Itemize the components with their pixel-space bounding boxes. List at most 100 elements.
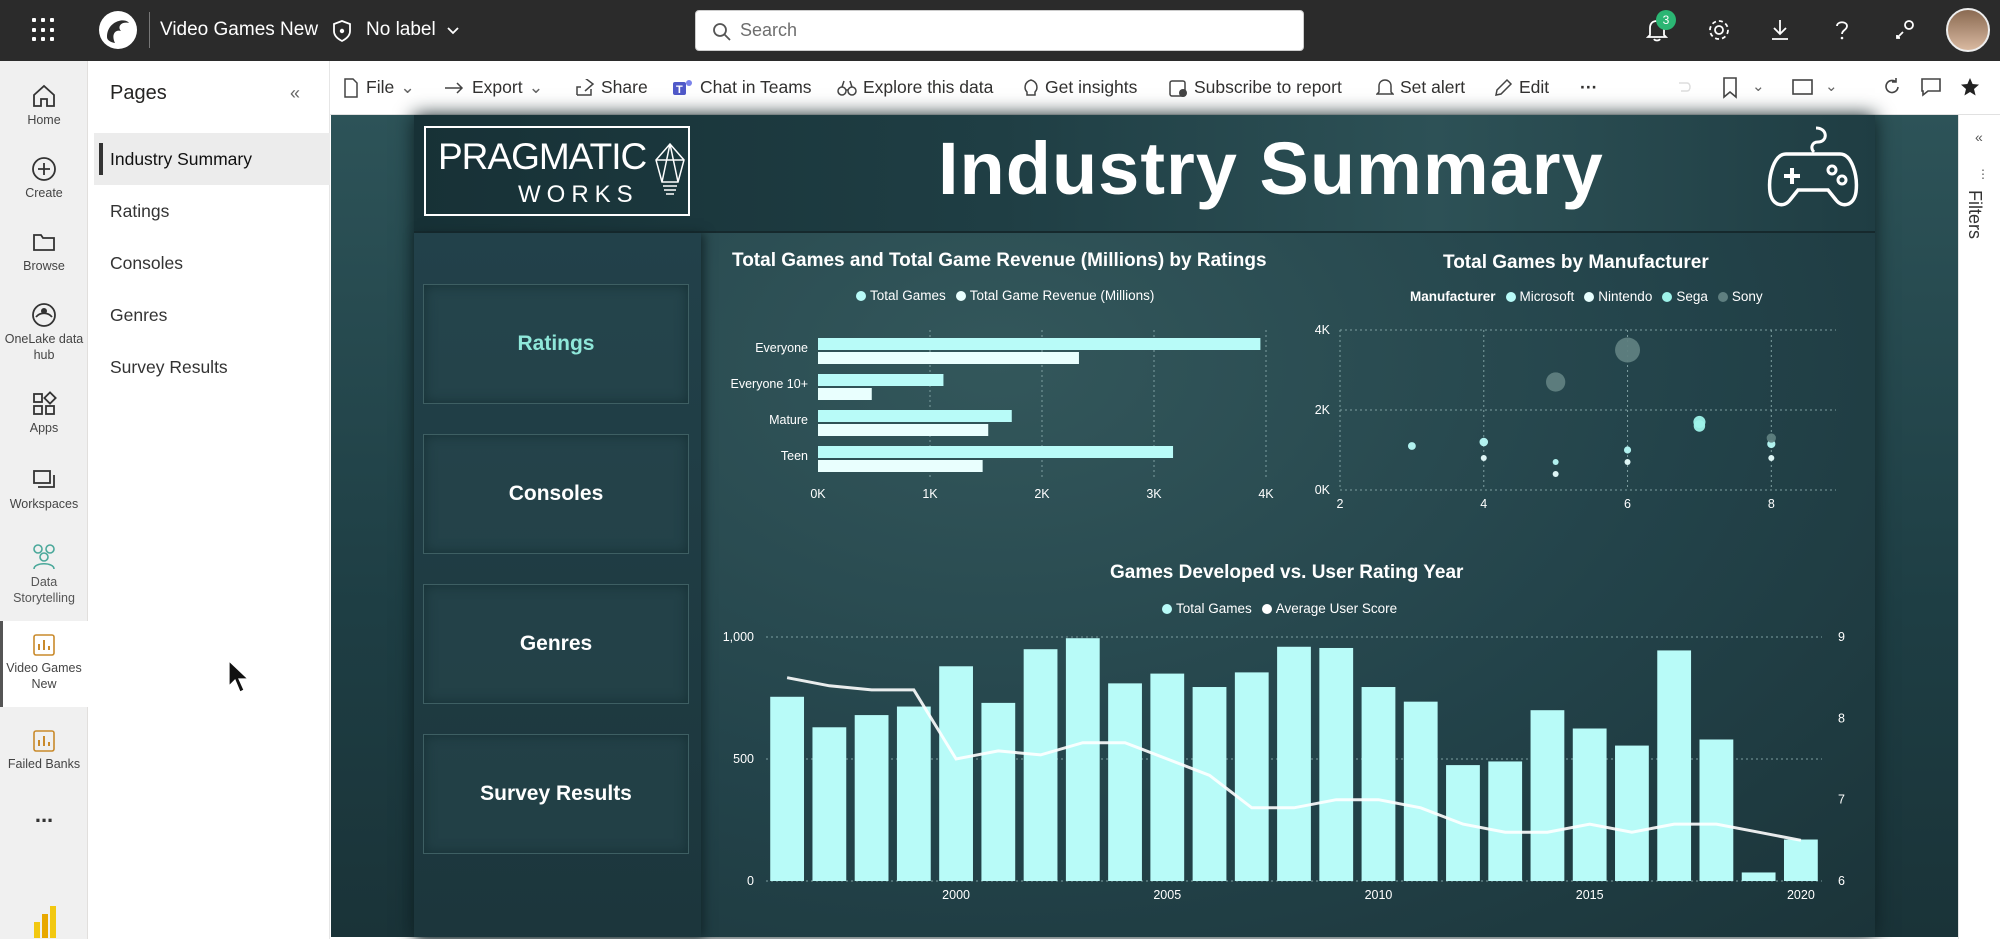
y2-tick-label: 6 — [1838, 874, 1845, 888]
app-launcher-icon[interactable] — [32, 18, 56, 42]
power-bi-logo[interactable] — [32, 906, 58, 938]
x-tick-label: 2010 — [1365, 888, 1393, 902]
share-people-icon[interactable] — [1894, 18, 1918, 42]
export-menu[interactable]: Export ⌄ — [444, 77, 543, 98]
nav-workspaces[interactable]: Workspaces — [0, 455, 88, 521]
report-icon — [33, 730, 55, 752]
bar — [1403, 701, 1438, 881]
x-tick-label: 4K — [1258, 487, 1274, 501]
onelake-icon — [32, 303, 56, 327]
subscribe-icon — [1169, 79, 1187, 97]
nav-apps[interactable]: Apps — [0, 379, 88, 445]
bar — [1741, 872, 1776, 881]
top-bar: Video Games New No label Search 3 — [0, 0, 2000, 61]
collapse-icon[interactable]: « — [290, 83, 300, 104]
games-vs-score-chart[interactable]: 0 500 1,000 6 7 8 9 2000 2005 2010 2015 2020 — [710, 620, 1870, 904]
settings-icon[interactable] — [1707, 18, 1731, 42]
bookmark-icon[interactable] — [1722, 77, 1738, 99]
subscribe-button[interactable]: Subscribe to report — [1168, 77, 1342, 98]
nav-create[interactable]: Create — [0, 144, 88, 210]
page-item-consoles[interactable]: Consoles — [94, 237, 330, 289]
file-menu[interactable]: File ⌄ — [342, 77, 415, 98]
legend-label: Total Games — [870, 288, 946, 303]
more-options-button[interactable]: ··· — [1580, 77, 1597, 98]
left-nav: Home Create Browse OneLake data hub Apps… — [0, 61, 88, 939]
nav-button-consoles[interactable]: Consoles — [423, 434, 689, 554]
nav-label: Workspaces — [9, 497, 79, 511]
chevron-down-icon[interactable] — [446, 20, 460, 42]
legend-dot — [856, 290, 866, 301]
page-item-ratings[interactable]: Ratings — [94, 185, 330, 237]
workspace-logo[interactable] — [99, 11, 137, 49]
avatar[interactable] — [1946, 8, 1990, 52]
bar — [770, 696, 805, 881]
nav-video-games-new[interactable]: Video Games New — [0, 621, 88, 707]
x-tick-label: 2020 — [1787, 888, 1815, 902]
expand-filters-icon[interactable]: « — [1975, 129, 1983, 145]
ratings-bar-chart[interactable]: 0K 1K 2K 3K 4K Everyone Everyone 10+ Mature Teen — [700, 320, 1280, 520]
sensitivity-label[interactable]: No label — [366, 19, 436, 41]
download-icon[interactable] — [1769, 18, 1791, 42]
legend-dot — [1717, 291, 1728, 302]
search-input[interactable]: Search — [695, 10, 1304, 51]
page-item-survey-results[interactable]: Survey Results — [94, 341, 330, 393]
undo-icon[interactable] — [1675, 77, 1693, 97]
bar — [1234, 672, 1269, 881]
action-bar: File ⌄ Export ⌄ Share T Chat in Teams Expl… — [330, 61, 2000, 115]
edit-button[interactable]: Edit — [1493, 77, 1549, 98]
legend-label: Total Games — [1176, 601, 1252, 616]
bar — [854, 715, 889, 881]
chat-in-teams-button[interactable]: T Chat in Teams — [672, 77, 812, 98]
bar — [1065, 638, 1100, 881]
filter-toggle-icon[interactable]: ⋮ — [1977, 167, 1989, 181]
edit-label: Edit — [1519, 77, 1550, 97]
nav-browse[interactable]: Browse — [0, 217, 88, 283]
nav-onelake[interactable]: OneLake data hub — [0, 290, 88, 372]
scatter-point — [1624, 459, 1631, 465]
nav-failed-banks[interactable]: Failed Banks — [0, 717, 88, 783]
bar — [1783, 839, 1818, 881]
bar — [1488, 761, 1523, 881]
y-tick-label: 2K — [1315, 403, 1331, 417]
nav-home[interactable]: Home — [0, 71, 88, 137]
share-button[interactable]: Share — [575, 77, 648, 98]
more-icon[interactable]: ... — [0, 801, 88, 831]
nav-label: Create — [25, 186, 63, 200]
bar — [1615, 745, 1649, 881]
legend-label: Nintendo — [1598, 289, 1653, 304]
favorite-star-icon[interactable] — [1960, 77, 1980, 97]
explore-data-button[interactable]: Explore this data — [837, 77, 993, 98]
chart-title: Games Developed vs. User Rating Year — [1110, 562, 1464, 583]
workspace-title[interactable]: Video Games New — [160, 19, 318, 41]
logo-text-top: PRAGMATIC — [438, 136, 647, 177]
nav-label: Failed Banks — [7, 757, 81, 771]
folder-icon — [33, 234, 55, 251]
y-tick-label: 0 — [747, 874, 754, 888]
set-alert-button[interactable]: Set alert — [1376, 77, 1465, 98]
export-icon — [445, 81, 464, 94]
page-item-genres[interactable]: Genres — [94, 289, 330, 341]
bar — [1699, 739, 1734, 881]
comment-icon[interactable] — [1920, 77, 1942, 97]
legend-dot — [1584, 291, 1595, 302]
bar — [1150, 673, 1185, 881]
shield-icon[interactable] — [332, 20, 352, 42]
chevron-down-icon[interactable]: ⌄ — [1825, 77, 1838, 95]
report-title: Industry Summary — [938, 127, 1604, 210]
nav-label: OneLake data hub — [4, 332, 84, 362]
lightbulb-icon — [1024, 78, 1038, 96]
nav-button-survey-results[interactable]: Survey Results — [423, 734, 689, 854]
nav-button-genres[interactable]: Genres — [423, 584, 689, 704]
refresh-icon[interactable] — [1882, 77, 1902, 97]
bell-icon — [1376, 78, 1394, 95]
manufacturer-scatter-chart[interactable]: 0K 2K 4K 2 4 6 8 — [1300, 312, 1860, 512]
chevron-down-icon[interactable]: ⌄ — [1752, 77, 1765, 95]
nav-data-storytelling[interactable]: Data Storytelling — [0, 531, 88, 613]
view-icon[interactable] — [1792, 77, 1814, 97]
filters-label[interactable]: Filters — [1964, 190, 1985, 239]
bar — [818, 410, 1012, 422]
nav-button-ratings[interactable]: Ratings — [423, 284, 689, 404]
help-icon[interactable] — [1832, 18, 1852, 42]
get-insights-button[interactable]: Get insights — [1023, 77, 1137, 98]
page-item-industry-summary[interactable]: Industry Summary — [94, 133, 330, 185]
